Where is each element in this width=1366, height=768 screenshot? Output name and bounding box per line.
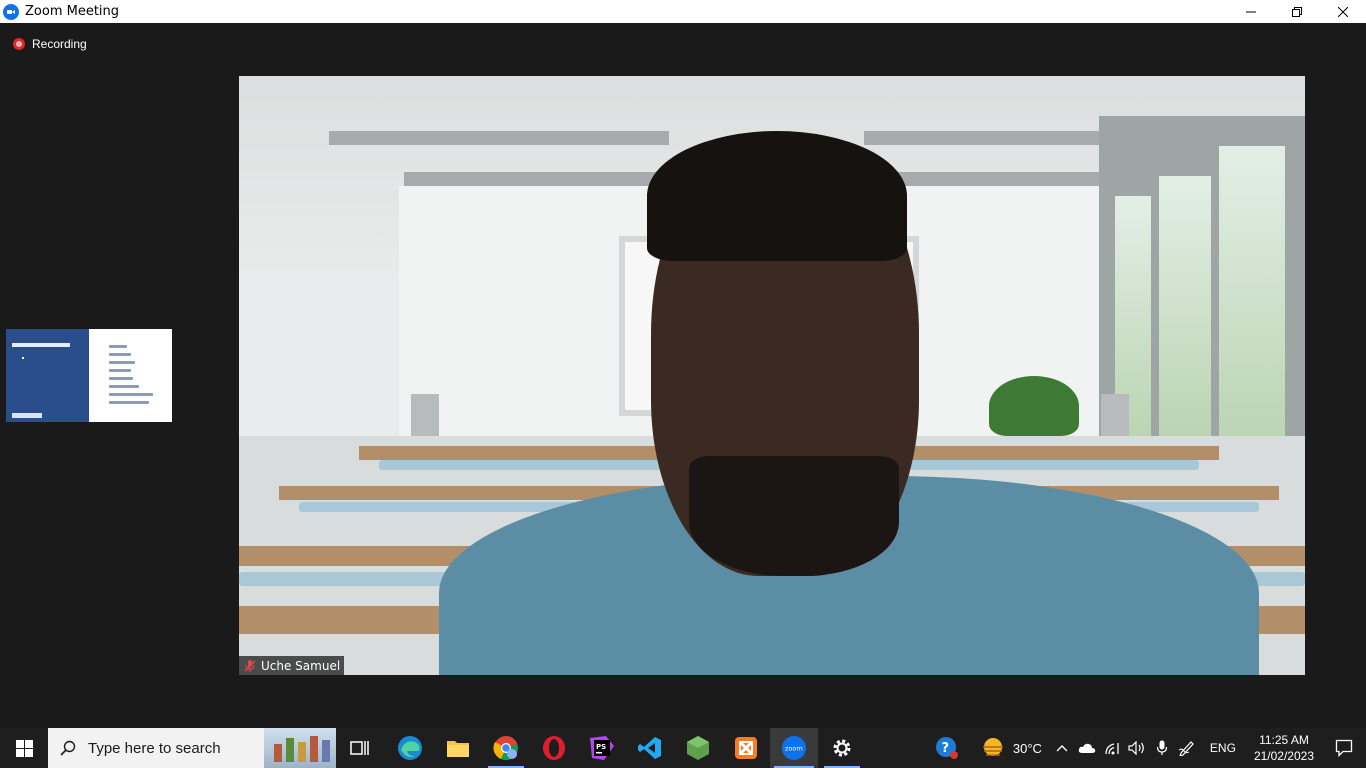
wifi-icon [1105, 743, 1120, 755]
thumbnail-line [109, 361, 135, 364]
windows-taskbar: Type here to search PS zoom ? 30°C ENG 1… [0, 728, 1366, 768]
speaker-icon [1128, 741, 1145, 755]
participant-name: Uche Samuel [261, 658, 341, 673]
thumbnail-heading [12, 343, 70, 347]
notification-center-button[interactable] [1322, 728, 1366, 768]
taskbar-opera[interactable] [530, 728, 578, 768]
minimize-button[interactable] [1228, 0, 1274, 23]
search-placeholder: Type here to search [88, 739, 221, 757]
bin [1101, 394, 1129, 438]
close-icon [1338, 6, 1348, 17]
svg-text:PS: PS [596, 743, 606, 751]
help-tray-button[interactable]: ? [927, 728, 967, 768]
windows-icon [15, 739, 33, 757]
chrome-icon [493, 736, 518, 760]
search-highlight-image [264, 728, 336, 768]
thumbnail-line [109, 353, 131, 356]
thumbnail-line [109, 377, 133, 380]
task-view-button[interactable] [336, 728, 384, 768]
svg-text:?: ? [941, 741, 949, 756]
recording-indicator[interactable]: Recording [13, 37, 87, 51]
zoom-icon: zoom [782, 736, 806, 760]
participant-beard [689, 456, 899, 576]
help-icon: ? [935, 737, 958, 759]
weather-widget[interactable]: 30°C [981, 737, 1042, 759]
shared-screen-thumbnail[interactable] [6, 329, 172, 422]
participant-hair [647, 131, 907, 261]
clock-date: 21/02/2023 [1253, 749, 1314, 763]
onedrive-tray-button[interactable] [1075, 728, 1100, 768]
taskbar-phpstorm[interactable]: PS [578, 728, 626, 768]
recording-label: Recording [32, 37, 87, 51]
taskbar-file-explorer[interactable] [434, 728, 482, 768]
notification-icon [1335, 739, 1353, 757]
gear-icon [833, 739, 851, 757]
taskbar-zoom[interactable]: zoom [770, 728, 818, 768]
plant [989, 376, 1079, 436]
window-pane [1159, 176, 1211, 456]
ceiling-light [329, 131, 669, 145]
microphone-tray-button[interactable] [1150, 728, 1175, 768]
start-button[interactable] [0, 728, 48, 768]
zoom-logo-icon [3, 3, 19, 20]
cloud-icon [1079, 743, 1096, 753]
thumbnail-line [109, 345, 127, 348]
close-button[interactable] [1320, 0, 1366, 23]
clock-time: 11:25 AM [1259, 733, 1309, 747]
thumbnail-list-panel [89, 329, 172, 422]
window-titlebar: Zoom Meeting [0, 0, 1366, 23]
pen-tray-button[interactable] [1175, 728, 1200, 768]
nodejs-icon [687, 736, 709, 760]
input-language[interactable]: ENG [1210, 741, 1236, 755]
vscode-icon [638, 737, 661, 759]
xampp-icon [735, 737, 757, 759]
folder-icon [447, 741, 469, 757]
thumbnail-line [109, 369, 131, 372]
bin [411, 394, 439, 438]
participant-name-tag: Uche Samuel [239, 656, 345, 675]
chevron-up-icon [1056, 745, 1068, 752]
taskbar-search-box[interactable]: Type here to search [48, 728, 336, 768]
svg-text:zoom: zoom [785, 745, 803, 753]
restore-button[interactable] [1274, 0, 1320, 23]
show-hidden-icons-button[interactable] [1050, 728, 1075, 768]
meeting-area: Recording Uche Samuel [0, 23, 1366, 728]
pen-icon [1179, 741, 1195, 756]
muted-mic-icon [244, 659, 256, 672]
weather-temperature: 30°C [1012, 740, 1042, 756]
taskbar-chrome[interactable] [482, 728, 530, 768]
taskbar-nodejs[interactable] [674, 728, 722, 768]
recording-icon [13, 38, 25, 50]
opera-icon [543, 736, 565, 760]
system-tray: ? 30°C ENG 11:25 AM 21/02/2023 [927, 728, 1366, 768]
thumbnail-line [109, 385, 139, 388]
thumbnail-dot [22, 357, 24, 359]
volume-tray-button[interactable] [1125, 728, 1150, 768]
participant-video[interactable]: Uche Samuel [239, 76, 1305, 675]
search-icon [60, 740, 76, 756]
task-view-icon [350, 741, 369, 755]
thumbnail-slide-panel [6, 329, 89, 422]
taskbar-settings[interactable] [818, 728, 866, 768]
minimize-icon [1246, 11, 1256, 12]
restore-icon [1292, 6, 1302, 17]
thumbnail-line [109, 393, 153, 396]
sunny-haze-icon [982, 738, 1003, 756]
window-controls [1228, 0, 1366, 23]
window-pane [1219, 146, 1285, 466]
thumbnail-line [109, 401, 149, 404]
network-tray-button[interactable] [1100, 728, 1125, 768]
phpstorm-icon: PS [590, 736, 614, 760]
microphone-icon [1157, 740, 1168, 755]
thumbnail-badge [12, 413, 42, 418]
video-background-windows [1099, 116, 1305, 476]
taskbar-xampp[interactable] [722, 728, 770, 768]
window-title: Zoom Meeting [25, 4, 120, 19]
taskbar-edge[interactable] [386, 728, 434, 768]
taskbar-vscode[interactable] [626, 728, 674, 768]
system-clock[interactable]: 11:25 AM 21/02/2023 [1254, 732, 1314, 764]
edge-icon [398, 736, 422, 760]
